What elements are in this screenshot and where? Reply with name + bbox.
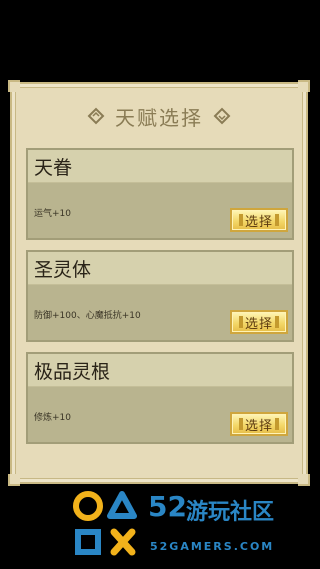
button-ornament-icon bbox=[275, 214, 279, 226]
panel-corner bbox=[298, 80, 310, 92]
title-ornament-left-icon bbox=[87, 107, 105, 125]
select-button-label: 选择 bbox=[244, 418, 273, 434]
panel-corner bbox=[298, 474, 310, 486]
button-ornament-icon bbox=[275, 418, 279, 430]
talent-description: 运气+10 bbox=[34, 209, 71, 219]
dialog-title: 天赋选择 bbox=[115, 105, 203, 130]
talent-name: 极品灵根 bbox=[34, 361, 111, 383]
watermark-text: 游玩社区 bbox=[186, 500, 275, 525]
panel-corner bbox=[8, 474, 20, 486]
talent-description: 防御+100、心魔抵抗+10 bbox=[34, 311, 141, 321]
talent-card-header: 圣灵体 bbox=[28, 252, 292, 285]
watermark-number: 52 bbox=[148, 490, 187, 523]
button-ornament-icon bbox=[238, 214, 243, 226]
button-ornament-icon bbox=[238, 316, 243, 328]
select-button-label: 选择 bbox=[244, 316, 273, 332]
talent-card: 极品灵根 修炼+10 选择 bbox=[26, 352, 294, 444]
talent-card-header: 天眷 bbox=[28, 150, 292, 183]
talent-card: 圣灵体 防御+100、心魔抵抗+10 选择 bbox=[26, 250, 294, 342]
button-ornament-icon bbox=[238, 418, 243, 430]
talent-name: 圣灵体 bbox=[34, 259, 92, 281]
talent-card: 天眷 运气+10 选择 bbox=[26, 148, 294, 240]
dialog-header: 天赋选择 bbox=[12, 98, 306, 134]
select-talent-button[interactable]: 选择 bbox=[230, 412, 288, 436]
panel-corner bbox=[8, 80, 20, 92]
select-talent-button[interactable]: 选择 bbox=[230, 310, 288, 334]
select-button-label: 选择 bbox=[244, 214, 273, 230]
title-ornament-right-icon bbox=[213, 107, 231, 125]
watermark-url: 52GAMERS.COM bbox=[150, 540, 275, 553]
talent-name: 天眷 bbox=[34, 157, 73, 179]
button-ornament-icon bbox=[275, 316, 279, 328]
select-talent-button[interactable]: 选择 bbox=[230, 208, 288, 232]
talent-card-header: 极品灵根 bbox=[28, 354, 292, 387]
talent-description: 修炼+10 bbox=[34, 413, 71, 423]
talent-dialog: 天赋选择 天眷 运气+10 选择 圣灵体 防御+100、心魔抵抗+10 选择 极… bbox=[8, 80, 310, 486]
